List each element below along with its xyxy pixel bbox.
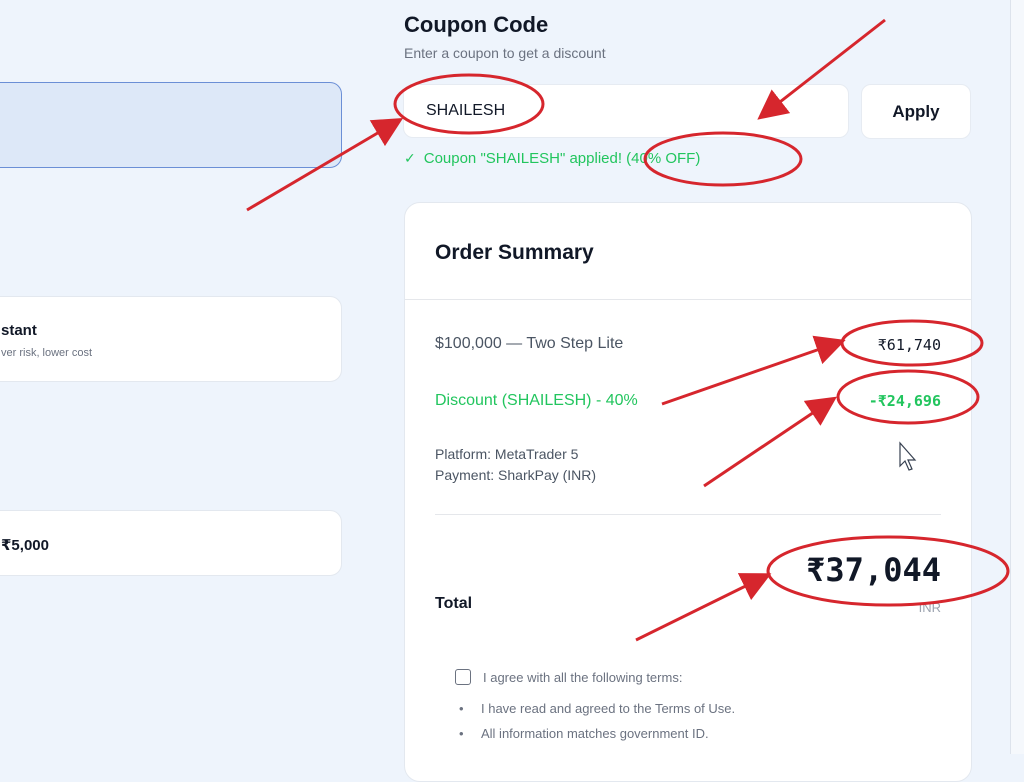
plan-price: ₹61,740: [877, 336, 941, 354]
total-label: Total: [435, 595, 473, 612]
total-amount: ₹37,044: [806, 551, 941, 589]
selected-option-card[interactable]: [0, 82, 342, 168]
total-currency: INR: [918, 600, 941, 615]
platform-info: Platform: MetaTrader 5: [435, 446, 579, 462]
divider: [405, 299, 971, 300]
coupon-subtitle: Enter a coupon to get a discount: [404, 45, 606, 61]
challenge-type-subtitle: ver risk, lower cost: [1, 347, 93, 359]
terms-checkbox[interactable]: [455, 669, 471, 685]
challenge-type-title: stant: [1, 322, 37, 339]
coupon-input[interactable]: [403, 84, 849, 138]
terms-list-item: All information matches government ID.: [459, 726, 709, 741]
divider: [435, 514, 941, 515]
discount-price: -₹24,696: [868, 392, 941, 410]
terms-agreement[interactable]: I agree with all the following terms:: [455, 669, 682, 685]
plan-label: $100,000 — Two Step Lite: [435, 335, 624, 352]
scrollbar-track[interactable]: [1010, 0, 1024, 754]
account-size-card[interactable]: ₹5,000: [0, 510, 342, 576]
coupon-success-message: ✓ Coupon "SHAILESH" applied! (40% OFF): [404, 150, 700, 167]
terms-list-item: I have read and agreed to the Terms of U…: [459, 701, 735, 716]
discount-label: Discount (SHAILESH) - 40%: [435, 392, 638, 409]
apply-coupon-button[interactable]: Apply: [861, 84, 971, 139]
order-summary-title: Order Summary: [435, 241, 594, 264]
coupon-success-text: Coupon "SHAILESH" applied! (40% OFF): [423, 150, 701, 167]
check-icon: ✓: [404, 150, 416, 166]
order-summary-card: Order Summary $100,000 — Two Step Lite ₹…: [404, 202, 972, 782]
coupon-title: Coupon Code: [404, 12, 549, 37]
terms-header: I agree with all the following terms:: [483, 669, 683, 685]
payment-info: Payment: SharkPay (INR): [435, 467, 597, 483]
challenge-type-card[interactable]: stant ver risk, lower cost: [0, 296, 342, 382]
account-size-value: ₹5,000: [1, 537, 49, 554]
